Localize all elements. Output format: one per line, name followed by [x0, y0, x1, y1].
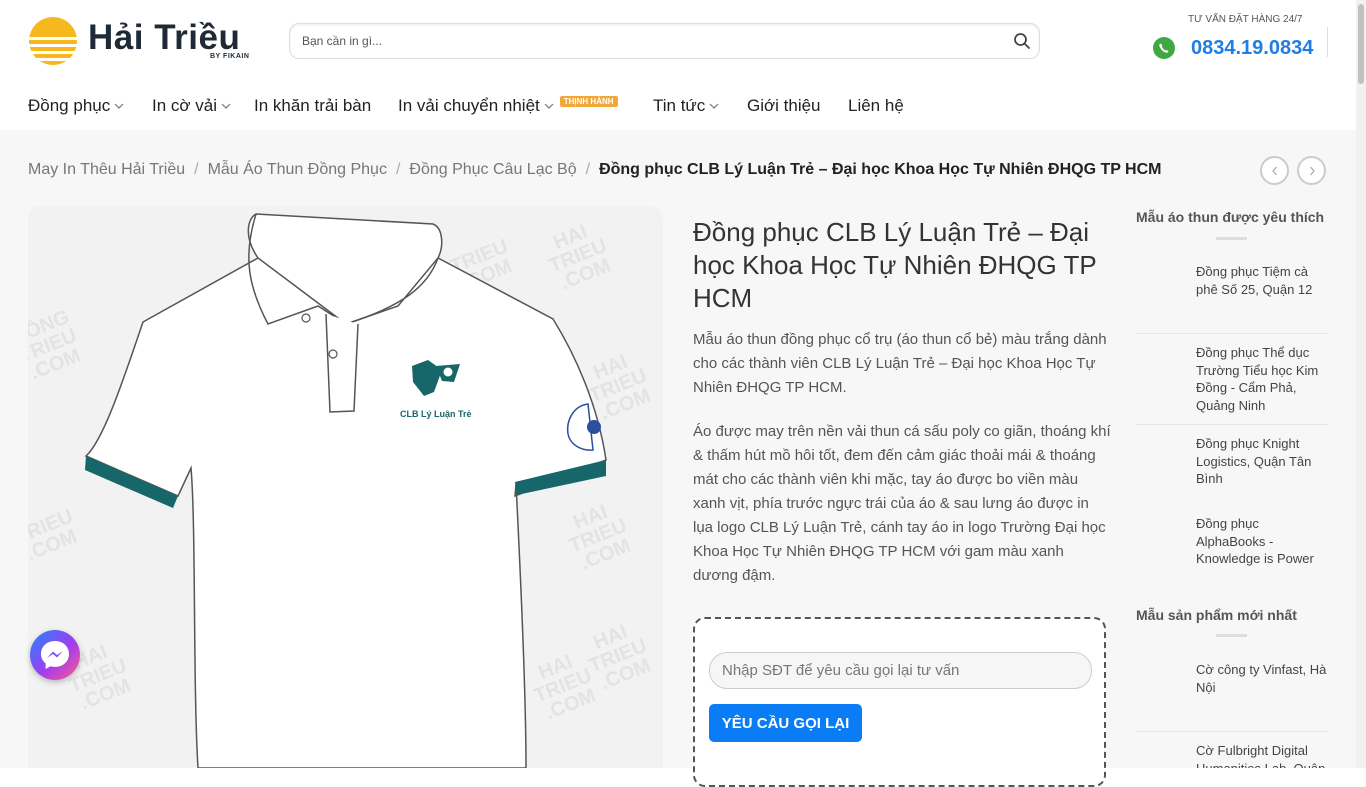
- nav-label: In vải chuyển nhiệt: [398, 96, 540, 115]
- sun-logo-icon: [28, 17, 78, 65]
- nav-label: Tin tức: [653, 96, 706, 115]
- product-thumbnail[interactable]: [1136, 435, 1184, 483]
- logo-subtitle: BY FIKAIN: [210, 53, 250, 60]
- trending-badge: THỊNH HÀNH: [559, 95, 618, 107]
- sidebar-title-newest: Mẫu sản phẩm mới nhất: [1136, 607, 1297, 623]
- callback-form: YÊU CẦU GỌI LẠI: [693, 617, 1106, 787]
- chevron-down-icon: [544, 103, 554, 109]
- product-link[interactable]: Đồng phục Thể dục Trường Tiểu học Kim Đồ…: [1196, 344, 1329, 414]
- nav-label: In cờ vải: [152, 96, 218, 115]
- chevron-down-icon: [114, 103, 124, 109]
- product-description-intro: Mẫu áo thun đồng phục cổ trụ (áo thun cổ…: [693, 331, 1107, 396]
- nav-item-in-vai-chuyen-nhiet[interactable]: In vải chuyển nhiệt THỊNH HÀNH: [398, 95, 618, 116]
- nav-item-in-khan-trai-ban[interactable]: In khăn trải bàn: [254, 96, 371, 116]
- breadcrumb-link-home[interactable]: May In Thêu Hải Triều: [28, 161, 185, 178]
- hotline-label: TƯ VẤN ĐẶT HÀNG 24/7: [1188, 14, 1303, 25]
- search-bar: [289, 23, 1040, 59]
- site-header: Hải Triều BY FIKAIN TƯ VẤN ĐẶT HÀNG 24/7…: [0, 0, 1356, 82]
- header-divider: [1327, 27, 1328, 57]
- breadcrumb-link-category[interactable]: Mẫu Áo Thun Đồng Phục: [208, 161, 387, 178]
- nav-label: Đồng phục: [28, 96, 111, 115]
- sidebar-title-rule: [1216, 237, 1247, 240]
- hotline-number[interactable]: 0834.19.0834: [1191, 37, 1313, 60]
- phone-icon: [1153, 37, 1175, 59]
- logo-wordmark: Hải Triều: [88, 18, 241, 57]
- chevron-right-icon: [1310, 166, 1315, 176]
- breadcrumb: May In Thêu Hải Triều / Mẫu Áo Thun Đồng P…: [28, 161, 1162, 179]
- site-logo[interactable]: Hải Triều BY FIKAIN: [28, 16, 250, 66]
- breadcrumb-separator: /: [585, 161, 591, 178]
- product-link[interactable]: Cờ Fulbright Digital Humanities Lab, Quậ…: [1196, 742, 1328, 768]
- page-scrollbar[interactable]: [1356, 0, 1366, 768]
- scrollbar-thumb[interactable]: [1358, 4, 1364, 84]
- product-title: Đồng phục CLB Lý Luận Trẻ – Đại học Khoa…: [693, 217, 1097, 313]
- product-link[interactable]: Đồng phục AlphaBooks - Knowledge is Powe…: [1196, 515, 1329, 568]
- chevron-down-icon: [221, 103, 231, 109]
- nav-label: Liên hệ: [848, 96, 904, 115]
- prev-product-button[interactable]: [1260, 156, 1289, 185]
- sidebar-product-item[interactable]: Đồng phục AlphaBooks - Knowledge is Powe…: [1136, 515, 1328, 586]
- messenger-icon: [41, 641, 69, 669]
- next-product-button[interactable]: [1297, 156, 1326, 185]
- nav-item-gioi-thieu[interactable]: Giới thiệu: [747, 96, 821, 116]
- main-nav: Đồng phục In cờ vải In khăn trải bàn In …: [0, 82, 1356, 130]
- request-callback-button[interactable]: YÊU CẦU GỌI LẠI: [709, 704, 862, 742]
- chevron-down-icon: [709, 103, 719, 109]
- product-link[interactable]: Đồng phục Knight Logistics, Quận Tân Bìn…: [1196, 435, 1329, 488]
- sidebar-title-rule: [1216, 634, 1247, 637]
- chevron-left-icon: [1272, 166, 1277, 176]
- product-thumbnail[interactable]: [1136, 344, 1184, 392]
- sidebar-product-item[interactable]: Đồng phục Tiệm cà phê Số 25, Quận 12: [1136, 263, 1328, 334]
- sidebar-product-item[interactable]: Đồng phục Thể dục Trường Tiểu học Kim Đồ…: [1136, 344, 1328, 425]
- breadcrumb-current: Đồng phục CLB Lý Luận Trẻ – Đại học Khoa…: [599, 161, 1162, 178]
- nav-item-in-co-vai[interactable]: In cờ vải: [152, 96, 231, 116]
- nav-label: In khăn trải bàn: [254, 96, 372, 115]
- breadcrumb-link-subcategory[interactable]: Đồng Phục Câu Lạc Bộ: [409, 161, 576, 178]
- phone-number-input[interactable]: [709, 652, 1092, 689]
- chest-logo-text: CLB Lý Luận Trẻ: [400, 409, 472, 419]
- product-thumbnail[interactable]: [1136, 263, 1184, 311]
- product-link[interactable]: Cờ công ty Vinfast, Hà Nội: [1196, 661, 1329, 696]
- product-thumbnail[interactable]: [1136, 742, 1184, 768]
- messenger-chat-button[interactable]: [30, 630, 80, 680]
- nav-label: Giới thiệu: [747, 96, 821, 115]
- nav-item-lien-he[interactable]: Liên hệ: [848, 96, 904, 116]
- search-icon[interactable]: [1013, 32, 1031, 50]
- polo-shirt-illustration: [84, 213, 607, 768]
- product-thumbnail[interactable]: [1136, 515, 1184, 563]
- product-description-details: Áo được may trên nền vải thun cá sấu pol…: [693, 423, 1111, 584]
- breadcrumb-separator: /: [395, 161, 401, 178]
- nav-item-dong-phuc[interactable]: Đồng phục: [28, 96, 124, 116]
- breadcrumb-separator: /: [194, 161, 199, 178]
- search-input[interactable]: [300, 24, 1000, 58]
- product-thumbnail[interactable]: [1136, 661, 1184, 709]
- sidebar-product-item[interactable]: Đồng phục Knight Logistics, Quận Tân Bìn…: [1136, 435, 1328, 506]
- sidebar-product-item[interactable]: Cờ công ty Vinfast, Hà Nội: [1136, 661, 1328, 732]
- sidebar-product-item[interactable]: Cờ Fulbright Digital Humanities Lab, Quậ…: [1136, 742, 1328, 768]
- nav-item-tin-tuc[interactable]: Tin tức: [653, 96, 719, 116]
- sidebar-title-popular: Mẫu áo thun được yêu thích: [1136, 209, 1325, 225]
- product-link[interactable]: Đồng phục Tiệm cà phê Số 25, Quận 12: [1196, 263, 1329, 298]
- product-image[interactable]: ĐỒNGTRIEU.COM TRIEU.COM HAITRIEU.COM HAI…: [28, 206, 663, 768]
